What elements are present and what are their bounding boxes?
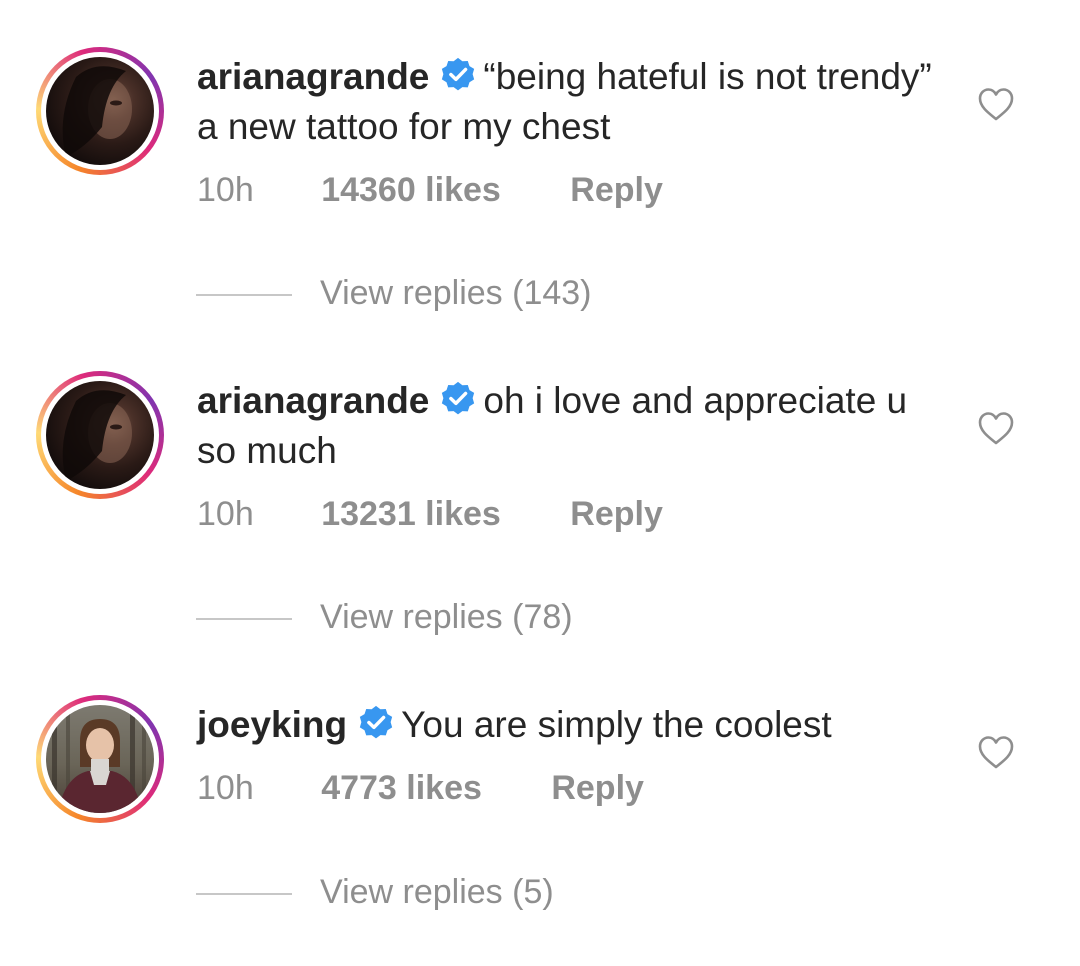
username-link[interactable]: arianagrande — [197, 380, 429, 421]
view-replies-label: View replies (5) — [320, 873, 554, 911]
comment-text: You are simply the coolest — [401, 704, 832, 745]
avatar[interactable] — [36, 371, 164, 499]
likes-count[interactable]: 13231 likes — [321, 494, 501, 534]
comment-text-block: joeyking You are simply the coolest — [197, 700, 937, 750]
thread-divider-line — [196, 618, 292, 621]
likes-count[interactable]: 4773 likes — [321, 768, 482, 808]
username-link[interactable]: joeyking — [197, 704, 347, 745]
avatar[interactable] — [36, 47, 164, 175]
comment-timestamp: 10h — [197, 495, 254, 533]
username-link[interactable]: arianagrande — [197, 56, 429, 97]
avatar[interactable] — [36, 695, 164, 823]
view-replies-button[interactable]: View replies (5) — [196, 872, 554, 912]
verified-badge-icon — [442, 57, 475, 91]
reply-button[interactable]: Reply — [570, 494, 663, 534]
verified-badge-icon — [359, 705, 393, 739]
thread-divider-line — [196, 294, 292, 297]
heart-outline-icon[interactable] — [976, 734, 1016, 770]
comment-text-block: arianagrande oh i love and appreciate u s… — [197, 376, 937, 476]
thread-divider-line — [196, 893, 292, 896]
view-replies-button[interactable]: View replies (143) — [196, 273, 592, 313]
heart-outline-icon[interactable] — [976, 410, 1016, 446]
heart-outline-icon[interactable] — [976, 86, 1016, 122]
reply-button[interactable]: Reply — [570, 170, 663, 210]
view-replies-label: View replies (143) — [320, 274, 592, 312]
verified-badge-icon — [442, 381, 475, 415]
view-replies-button[interactable]: View replies (78) — [196, 597, 573, 637]
comment-text-block: arianagrande “being hateful is not trendy… — [197, 52, 937, 152]
likes-count[interactable]: 14360 likes — [321, 170, 501, 210]
reply-button[interactable]: Reply — [551, 768, 644, 808]
comment-timestamp: 10h — [197, 769, 254, 807]
view-replies-label: View replies (78) — [320, 598, 573, 636]
comment-timestamp: 10h — [197, 171, 254, 209]
